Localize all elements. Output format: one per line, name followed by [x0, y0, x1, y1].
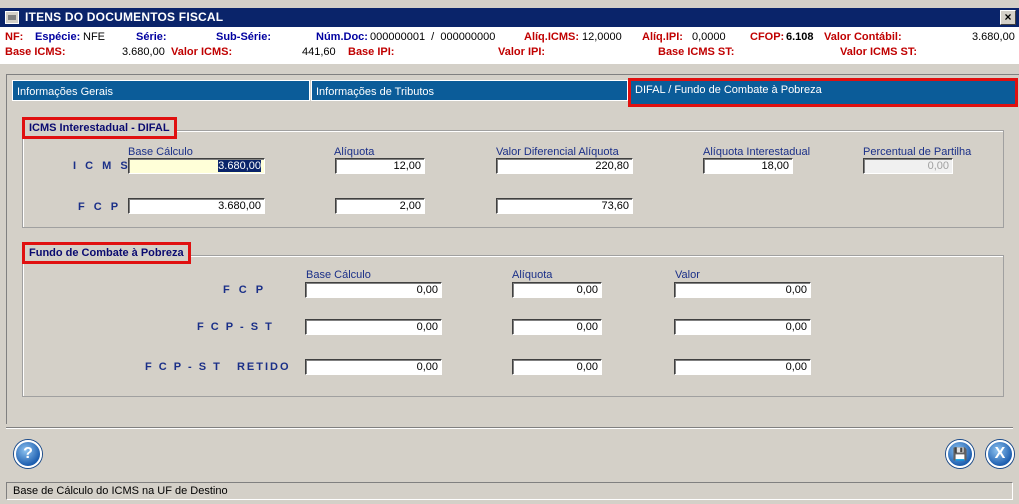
fcp-st-aliquota-field[interactable]: 0,00 [512, 319, 602, 335]
difal-fcp-base-field[interactable]: 3.680,00 [128, 198, 265, 214]
fcp-col-valor: Valor [675, 269, 700, 281]
difal-col-partilha: Percentual de Partilha [863, 146, 972, 158]
status-bar: Base de Cálculo do ICMS na UF de Destino [6, 482, 1013, 500]
difal-col-aliq-inter: Alíquota Interestadual [703, 146, 811, 158]
numdoc-label: Núm.Doc: [316, 31, 368, 43]
base-icms-label: Base ICMS: [5, 46, 66, 58]
fcp-st-valor-field[interactable]: 0,00 [674, 319, 811, 335]
base-icms-st-label: Base ICMS ST: [658, 46, 735, 58]
difal-icms-aliq-inter-field[interactable]: 18,00 [703, 158, 793, 174]
difal-icms-aliquota-field[interactable]: 12,00 [335, 158, 425, 174]
fcp-st-base-field[interactable]: 0,00 [305, 319, 442, 335]
fcp-valor-field[interactable]: 0,00 [674, 282, 811, 298]
valor-icms-value: 441,60 [302, 46, 336, 58]
fcp-row-fcp-label: F C P [223, 284, 267, 296]
floppy-disk-icon: 💾 [952, 447, 968, 461]
tab-informacoes-gerais[interactable]: Informações Gerais [12, 80, 310, 101]
window-title: ITENS DO DOCUMENTOS FISCAL [25, 10, 224, 24]
difal-fcp-valor-dif-field[interactable]: 73,60 [496, 198, 633, 214]
nf-label: NF: [5, 31, 24, 43]
valor-icms-st-label: Valor ICMS ST: [840, 46, 918, 58]
difal-row-fcp-label: F C P [78, 201, 122, 213]
tab-informacoes-tributos[interactable]: Informações de Tributos [311, 80, 628, 101]
difal-col-valor-dif: Valor Diferencial Alíquota [496, 146, 619, 158]
difal-icms-base-field[interactable]: 3.680,00 [128, 158, 265, 174]
especie-label: Espécie: [35, 31, 81, 43]
valor-contabil-value: 3.680,00 [972, 31, 1015, 43]
aliq-icms-value: 12,0000 [582, 31, 622, 43]
app-icon [5, 11, 19, 24]
fcp-base-field[interactable]: 0,00 [305, 282, 442, 298]
subserie-label: Sub-Série: [216, 31, 272, 43]
difal-fcp-aliquota-field[interactable]: 2,00 [335, 198, 425, 214]
difal-icms-base-value: 3.680,00 [218, 160, 261, 172]
save-button[interactable]: 💾 [946, 440, 974, 468]
fcp-row-st-retido-label: F C P - S T RETIDO [145, 361, 291, 373]
close-button[interactable]: × [1000, 10, 1016, 25]
fcp-col-base: Base Cálculo [306, 269, 371, 281]
exit-button[interactable]: X [986, 440, 1014, 468]
base-icms-value: 3.680,00 [122, 46, 165, 58]
tab-difal-fcp[interactable]: DIFAL / Fundo de Combate à Pobreza [628, 78, 1018, 107]
valor-contabil-label: Valor Contábil: [824, 31, 902, 43]
aliq-ipi-label: Alíq.IPI: [642, 31, 683, 43]
aliq-ipi-value: 0,0000 [692, 31, 726, 43]
title-bar: ITENS DO DOCUMENTOS FISCAL × [0, 6, 1019, 28]
document-info-bar: NF: Espécie: NFE Série: Sub-Série: Núm.D… [0, 28, 1019, 64]
fcp-st-retido-valor-field[interactable]: 0,00 [674, 359, 811, 375]
valor-ipi-label: Valor IPI: [498, 46, 546, 58]
fcp-st-retido-aliquota-field[interactable]: 0,00 [512, 359, 602, 375]
fcp-aliquota-field[interactable]: 0,00 [512, 282, 602, 298]
difal-group-title: ICMS Interestadual - DIFAL [22, 117, 177, 139]
fcp-row-st-label: F C P - S T [197, 321, 274, 333]
help-button[interactable]: ? [14, 440, 42, 468]
cfop-label: CFOP: [750, 31, 785, 43]
bottom-separator [6, 427, 1013, 429]
valor-icms-label: Valor ICMS: [171, 46, 233, 58]
serie-label: Série: [136, 31, 167, 43]
aliq-icms-label: Alíq.ICMS: [524, 31, 579, 43]
difal-row-icms-label: I C M S [73, 160, 131, 172]
difal-col-aliquota: Alíquota [334, 146, 375, 158]
fcp-group-title: Fundo de Combate à Pobreza [22, 242, 191, 264]
difal-icms-valor-dif-field[interactable]: 220,80 [496, 158, 633, 174]
difal-icms-partilha-field[interactable]: 0,00 [863, 158, 953, 174]
title-bar-fill: ITENS DO DOCUMENTOS FISCAL × [0, 8, 1019, 27]
base-ipi-label: Base IPI: [348, 46, 395, 58]
difal-col-base: Base Cálculo [128, 146, 193, 158]
fcp-st-retido-base-field[interactable]: 0,00 [305, 359, 442, 375]
especie-value: NFE [83, 31, 105, 43]
cfop-value: 6.108 [786, 31, 814, 43]
fcp-col-aliquota: Alíquota [512, 269, 553, 281]
numdoc-value: 000000001 / 000000000 [370, 31, 496, 43]
